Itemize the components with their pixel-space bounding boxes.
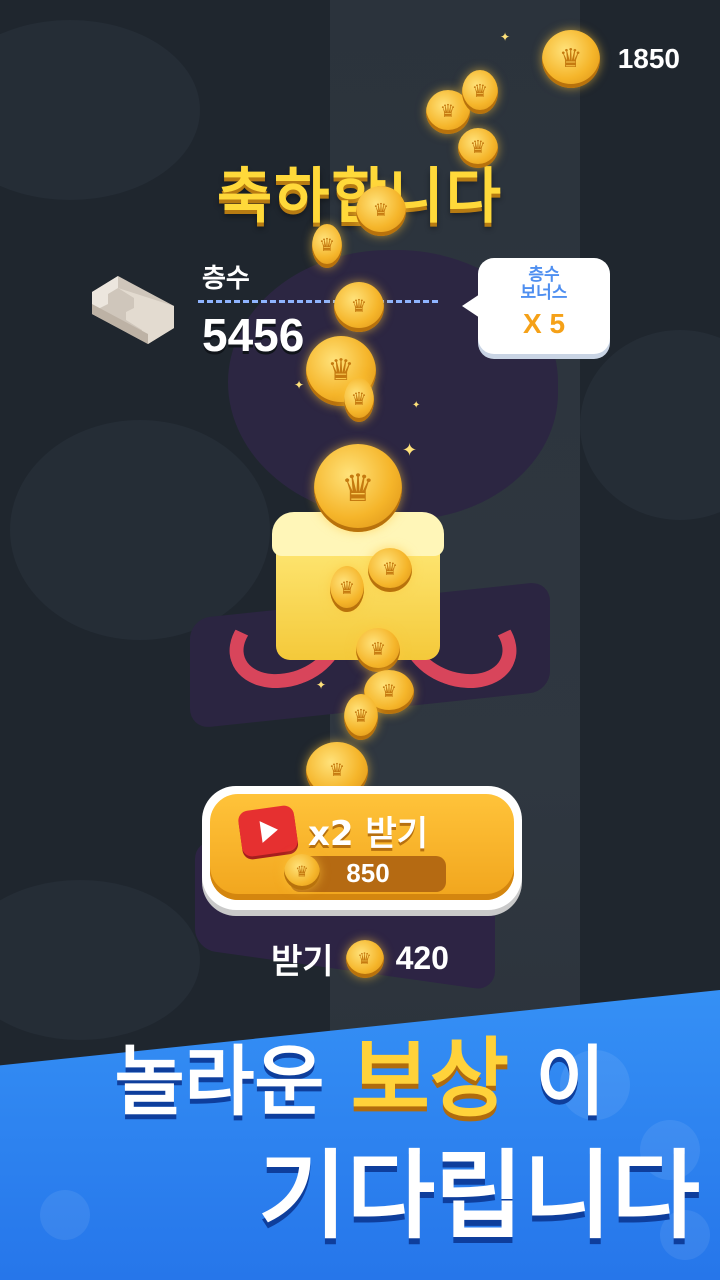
banner-headline: 놀라운 보상 이 [0, 1008, 720, 1133]
crown-coin-icon: ♛ [334, 282, 384, 332]
background-cloud [10, 420, 270, 640]
crown-coin-icon: ♛ [314, 444, 402, 532]
sparkle-icon: ✦ [294, 378, 305, 392]
floor-value: 5456 [202, 309, 305, 361]
double-reward-amount-bar: ♛ 850 [284, 854, 446, 892]
double-reward-button[interactable]: x2 받기 ♛ 850 [202, 786, 522, 910]
crown-coin-icon: ♛ [356, 628, 400, 672]
bonus-label: 보너스 [520, 283, 568, 303]
double-reward-label: x2 받기 [308, 814, 428, 854]
floor-bonus-bubble: 층수 보너스 X 5 [462, 258, 610, 354]
claim-label: 받기 [271, 942, 334, 982]
background-cloud [580, 330, 720, 520]
bonus-multiplier: X 5 [522, 308, 566, 339]
crown-coin-icon: ♛ [344, 378, 374, 422]
banner-subline: 기다립니다 [258, 1140, 700, 1252]
crown-coin-icon: ♛ [330, 566, 364, 612]
double-reward-button-face[interactable]: x2 받기 ♛ 850 [210, 794, 514, 900]
sparkle-icon: ✦ [402, 440, 418, 461]
crown-coin-icon: ♛ [344, 694, 378, 740]
sparkle-icon: ✦ [412, 400, 421, 411]
claim-button[interactable]: 받기 ♛ 420 [0, 934, 720, 983]
claim-amount: 420 [395, 940, 449, 976]
crown-coin-icon: ♛ [356, 186, 406, 236]
crown-coin-icon: ♛ [312, 224, 342, 268]
crown-coin-icon: ♛ [345, 939, 384, 978]
coin-count: 1850 [617, 43, 680, 74]
bonus-label: 층수 [528, 265, 560, 285]
crown-coin-icon: ♛ [541, 30, 600, 88]
coin-counter: ♛ 1850 [541, 30, 680, 88]
banner-text: 이 [535, 1037, 606, 1126]
sparkle-icon: ✦ [316, 678, 327, 692]
floor-divider [198, 300, 438, 303]
crown-coin-icon: ♛ [462, 70, 498, 114]
video-play-icon [237, 804, 299, 858]
banner-highlight: 보상 [350, 1029, 510, 1129]
banner-text: 놀라운 [114, 1037, 325, 1126]
double-reward-amount: 850 [346, 858, 390, 888]
crown-coin-icon: ♛ [368, 548, 412, 592]
floor-label: 층수 [202, 264, 250, 294]
crown-coin-icon: ♛ [458, 128, 498, 168]
sparkle-icon: ✦ [500, 30, 511, 44]
stairs-icon [92, 276, 174, 344]
